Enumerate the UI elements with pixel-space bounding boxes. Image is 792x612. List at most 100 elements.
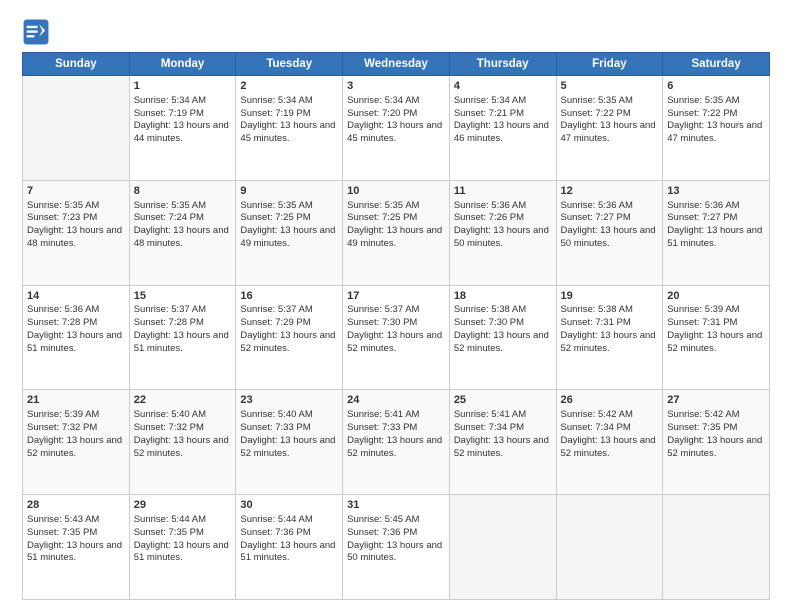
sunset-text: Sunset: 7:26 PM bbox=[454, 212, 552, 225]
day-number: 22 bbox=[134, 393, 232, 408]
day-header-wednesday: Wednesday bbox=[343, 53, 450, 76]
sunset-text: Sunset: 7:19 PM bbox=[134, 108, 232, 121]
sunset-text: Sunset: 7:20 PM bbox=[347, 108, 445, 121]
calendar-cell: 2Sunrise: 5:34 AMSunset: 7:19 PMDaylight… bbox=[236, 76, 343, 181]
daylight-text: Daylight: 13 hours and 48 minutes. bbox=[27, 225, 125, 251]
sunset-text: Sunset: 7:30 PM bbox=[347, 317, 445, 330]
day-number: 8 bbox=[134, 184, 232, 199]
day-header-tuesday: Tuesday bbox=[236, 53, 343, 76]
day-number: 30 bbox=[240, 498, 338, 513]
daylight-text: Daylight: 13 hours and 51 minutes. bbox=[240, 540, 338, 566]
daylight-text: Daylight: 13 hours and 44 minutes. bbox=[134, 120, 232, 146]
sunset-text: Sunset: 7:32 PM bbox=[134, 422, 232, 435]
daylight-text: Daylight: 13 hours and 52 minutes. bbox=[240, 330, 338, 356]
sunset-text: Sunset: 7:34 PM bbox=[561, 422, 659, 435]
daylight-text: Daylight: 13 hours and 47 minutes. bbox=[561, 120, 659, 146]
daylight-text: Daylight: 13 hours and 50 minutes. bbox=[454, 225, 552, 251]
sunset-text: Sunset: 7:28 PM bbox=[27, 317, 125, 330]
daylight-text: Daylight: 13 hours and 47 minutes. bbox=[667, 120, 765, 146]
day-number: 7 bbox=[27, 184, 125, 199]
sunset-text: Sunset: 7:23 PM bbox=[27, 212, 125, 225]
sunset-text: Sunset: 7:27 PM bbox=[667, 212, 765, 225]
sunrise-text: Sunrise: 5:35 AM bbox=[561, 95, 659, 108]
calendar-cell: 8Sunrise: 5:35 AMSunset: 7:24 PMDaylight… bbox=[129, 180, 236, 285]
sunrise-text: Sunrise: 5:43 AM bbox=[27, 514, 125, 527]
sunrise-text: Sunrise: 5:41 AM bbox=[347, 409, 445, 422]
calendar-cell: 1Sunrise: 5:34 AMSunset: 7:19 PMDaylight… bbox=[129, 76, 236, 181]
logo bbox=[22, 18, 54, 46]
sunrise-text: Sunrise: 5:34 AM bbox=[134, 95, 232, 108]
calendar-cell: 9Sunrise: 5:35 AMSunset: 7:25 PMDaylight… bbox=[236, 180, 343, 285]
calendar-cell bbox=[23, 76, 130, 181]
sunset-text: Sunset: 7:22 PM bbox=[561, 108, 659, 121]
daylight-text: Daylight: 13 hours and 51 minutes. bbox=[667, 225, 765, 251]
day-number: 16 bbox=[240, 289, 338, 304]
daylight-text: Daylight: 13 hours and 52 minutes. bbox=[454, 330, 552, 356]
calendar-cell: 12Sunrise: 5:36 AMSunset: 7:27 PMDayligh… bbox=[556, 180, 663, 285]
page: SundayMondayTuesdayWednesdayThursdayFrid… bbox=[0, 0, 792, 612]
general-blue-icon bbox=[22, 18, 50, 46]
calendar-cell: 3Sunrise: 5:34 AMSunset: 7:20 PMDaylight… bbox=[343, 76, 450, 181]
sunrise-text: Sunrise: 5:44 AM bbox=[240, 514, 338, 527]
sunset-text: Sunset: 7:33 PM bbox=[240, 422, 338, 435]
day-number: 15 bbox=[134, 289, 232, 304]
day-number: 5 bbox=[561, 79, 659, 94]
sunrise-text: Sunrise: 5:42 AM bbox=[667, 409, 765, 422]
calendar-cell: 19Sunrise: 5:38 AMSunset: 7:31 PMDayligh… bbox=[556, 285, 663, 390]
calendar-table: SundayMondayTuesdayWednesdayThursdayFrid… bbox=[22, 52, 770, 600]
calendar-cell: 10Sunrise: 5:35 AMSunset: 7:25 PMDayligh… bbox=[343, 180, 450, 285]
sunrise-text: Sunrise: 5:37 AM bbox=[134, 304, 232, 317]
daylight-text: Daylight: 13 hours and 49 minutes. bbox=[240, 225, 338, 251]
daylight-text: Daylight: 13 hours and 45 minutes. bbox=[240, 120, 338, 146]
daylight-text: Daylight: 13 hours and 52 minutes. bbox=[454, 435, 552, 461]
daylight-text: Daylight: 13 hours and 52 minutes. bbox=[134, 435, 232, 461]
day-number: 31 bbox=[347, 498, 445, 513]
sunrise-text: Sunrise: 5:39 AM bbox=[667, 304, 765, 317]
daylight-text: Daylight: 13 hours and 52 minutes. bbox=[240, 435, 338, 461]
sunset-text: Sunset: 7:19 PM bbox=[240, 108, 338, 121]
sunset-text: Sunset: 7:36 PM bbox=[240, 527, 338, 540]
sunrise-text: Sunrise: 5:37 AM bbox=[240, 304, 338, 317]
days-header-row: SundayMondayTuesdayWednesdayThursdayFrid… bbox=[23, 53, 770, 76]
calendar-cell: 25Sunrise: 5:41 AMSunset: 7:34 PMDayligh… bbox=[449, 390, 556, 495]
sunset-text: Sunset: 7:31 PM bbox=[561, 317, 659, 330]
calendar-body: 1Sunrise: 5:34 AMSunset: 7:19 PMDaylight… bbox=[23, 76, 770, 600]
sunrise-text: Sunrise: 5:34 AM bbox=[240, 95, 338, 108]
daylight-text: Daylight: 13 hours and 52 minutes. bbox=[561, 435, 659, 461]
calendar-cell: 29Sunrise: 5:44 AMSunset: 7:35 PMDayligh… bbox=[129, 495, 236, 600]
sunrise-text: Sunrise: 5:38 AM bbox=[561, 304, 659, 317]
calendar-cell: 15Sunrise: 5:37 AMSunset: 7:28 PMDayligh… bbox=[129, 285, 236, 390]
sunrise-text: Sunrise: 5:42 AM bbox=[561, 409, 659, 422]
day-number: 10 bbox=[347, 184, 445, 199]
calendar-cell: 20Sunrise: 5:39 AMSunset: 7:31 PMDayligh… bbox=[663, 285, 770, 390]
sunrise-text: Sunrise: 5:44 AM bbox=[134, 514, 232, 527]
sunrise-text: Sunrise: 5:35 AM bbox=[240, 200, 338, 213]
day-header-sunday: Sunday bbox=[23, 53, 130, 76]
sunset-text: Sunset: 7:25 PM bbox=[347, 212, 445, 225]
sunset-text: Sunset: 7:28 PM bbox=[134, 317, 232, 330]
daylight-text: Daylight: 13 hours and 50 minutes. bbox=[561, 225, 659, 251]
day-number: 21 bbox=[27, 393, 125, 408]
daylight-text: Daylight: 13 hours and 51 minutes. bbox=[27, 540, 125, 566]
daylight-text: Daylight: 13 hours and 52 minutes. bbox=[347, 330, 445, 356]
calendar-cell: 6Sunrise: 5:35 AMSunset: 7:22 PMDaylight… bbox=[663, 76, 770, 181]
sunset-text: Sunset: 7:22 PM bbox=[667, 108, 765, 121]
calendar-cell: 28Sunrise: 5:43 AMSunset: 7:35 PMDayligh… bbox=[23, 495, 130, 600]
calendar-week-2: 7Sunrise: 5:35 AMSunset: 7:23 PMDaylight… bbox=[23, 180, 770, 285]
day-number: 14 bbox=[27, 289, 125, 304]
sunrise-text: Sunrise: 5:45 AM bbox=[347, 514, 445, 527]
calendar-cell bbox=[449, 495, 556, 600]
calendar-cell: 27Sunrise: 5:42 AMSunset: 7:35 PMDayligh… bbox=[663, 390, 770, 495]
daylight-text: Daylight: 13 hours and 50 minutes. bbox=[347, 540, 445, 566]
sunrise-text: Sunrise: 5:39 AM bbox=[27, 409, 125, 422]
daylight-text: Daylight: 13 hours and 45 minutes. bbox=[347, 120, 445, 146]
sunset-text: Sunset: 7:36 PM bbox=[347, 527, 445, 540]
calendar-week-4: 21Sunrise: 5:39 AMSunset: 7:32 PMDayligh… bbox=[23, 390, 770, 495]
sunset-text: Sunset: 7:21 PM bbox=[454, 108, 552, 121]
day-number: 1 bbox=[134, 79, 232, 94]
calendar-cell bbox=[556, 495, 663, 600]
sunset-text: Sunset: 7:35 PM bbox=[667, 422, 765, 435]
daylight-text: Daylight: 13 hours and 51 minutes. bbox=[134, 540, 232, 566]
header bbox=[22, 18, 770, 46]
sunrise-text: Sunrise: 5:34 AM bbox=[454, 95, 552, 108]
